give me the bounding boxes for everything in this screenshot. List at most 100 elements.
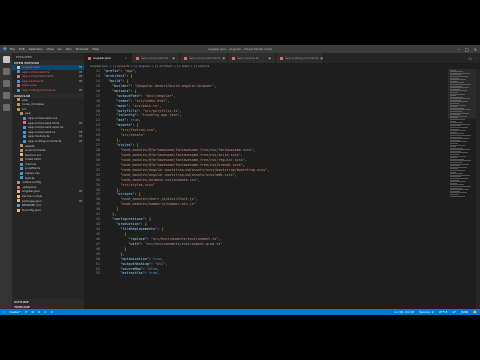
explorer-icon[interactable] — [2, 56, 10, 63]
tab-label: app-routing.module.ts — [285, 56, 319, 60]
line-number: 53 — [95, 271, 100, 276]
file-item[interactable]: app-routing.module.ts M — [12, 88, 84, 93]
run-debug-icon[interactable] — [2, 92, 10, 99]
json-icon — [17, 208, 20, 212]
menu-item[interactable]: Edit — [19, 47, 25, 51]
editor-tab[interactable]: app.component.html ● — [180, 53, 228, 63]
file-type-icon — [184, 56, 187, 60]
editor-tab[interactable]: angular.json × — [84, 53, 132, 63]
file-type-icon — [232, 56, 235, 60]
ts-icon — [23, 139, 26, 143]
menu-item[interactable]: Help — [92, 47, 99, 51]
file-item[interactable]: tsconfig.json — [12, 208, 84, 213]
git-branch[interactable]: master* — [9, 310, 21, 314]
sync-icon[interactable]: ⟳ — [25, 310, 28, 314]
ts-icon — [23, 135, 26, 139]
git-icon — [17, 185, 20, 189]
ts-icon — [17, 88, 20, 92]
md-icon — [17, 204, 20, 208]
close-tab-icon[interactable]: × — [124, 56, 127, 60]
window-controls: – □ ✕ — [458, 47, 477, 52]
minimap-line — [450, 195, 465, 197]
code-line[interactable]: "extractCss": true, — [104, 271, 448, 276]
ts-icon — [23, 125, 26, 129]
folder-icon — [20, 144, 23, 148]
ts-icon — [20, 167, 23, 171]
error-count[interactable]: 0 — [38, 310, 40, 314]
minimize-icon[interactable]: – — [458, 47, 460, 52]
menu-item[interactable]: File — [10, 47, 15, 51]
js-icon — [17, 194, 20, 198]
status-bar: ⑂ master* ⟳ ⊗ 0 ⚠ 0 Ln 48, Col 28 Spaces: … — [0, 309, 480, 315]
ts-icon — [17, 79, 20, 83]
ts-icon — [17, 70, 20, 74]
config-icon — [17, 181, 20, 185]
editor-tab[interactable]: app.module.ts ● — [228, 53, 276, 63]
notifications-icon[interactable]: 🔔 — [473, 310, 477, 314]
activity-bar — [0, 53, 12, 309]
language-mode[interactable]: JSON — [461, 310, 468, 314]
close-tab-icon[interactable]: ● — [268, 56, 271, 60]
menu-item[interactable]: Run — [66, 47, 72, 51]
tab-label: angular.json — [93, 56, 112, 60]
vscode-window: ◆ File Edit Selection View Go Run Terminal Help… — [0, 45, 480, 315]
html-icon — [20, 158, 23, 162]
ts-icon — [20, 176, 23, 180]
editor-actions: ⊟ ⋯ — [324, 53, 480, 63]
tab-label: app.component.html — [189, 56, 221, 60]
css-icon — [20, 171, 23, 175]
indentation[interactable]: Spaces: 2 — [419, 310, 434, 314]
file-type-icon — [88, 56, 91, 60]
ts-icon — [20, 162, 23, 166]
tab-label: app.module.ts — [237, 56, 259, 60]
menu-bar: File Edit Selection View Go Run Terminal Help — [10, 47, 103, 51]
git-status: M — [79, 87, 82, 92]
close-tab-icon[interactable]: ● — [172, 56, 175, 60]
minimap[interactable] — [448, 69, 476, 309]
file-type-icon — [280, 56, 283, 60]
json-icon — [17, 190, 20, 194]
end-of-line[interactable]: LF — [452, 310, 455, 314]
folder-icon — [20, 148, 23, 152]
code-view[interactable]: 12 13 14 15 16 17 18 19 20 21 22 23 24 25 26 27 28 29 30 31… — [84, 69, 480, 309]
extensions-icon[interactable] — [2, 104, 10, 111]
title-bar: ◆ File Edit Selection View Go Run Terminal Help… — [0, 45, 480, 53]
close-icon[interactable]: ✕ — [474, 47, 477, 52]
branch-icon: ⑂ — [3, 310, 5, 314]
warning-count[interactable]: 0 — [51, 310, 53, 314]
file-label: tsconfig.json — [22, 207, 42, 212]
editor-tabs: angular.json × app.component.ts ● app.compon… — [84, 53, 480, 63]
scss-icon — [17, 84, 20, 88]
menu-item[interactable]: Selection — [29, 47, 43, 51]
timeline-header[interactable]: TIMELINE — [12, 304, 84, 309]
close-tab-icon[interactable]: ● — [222, 56, 225, 60]
menu-item[interactable]: Go — [58, 47, 62, 51]
cursor-position[interactable]: Ln 48, Col 28 — [394, 310, 414, 314]
json-icon — [17, 199, 20, 203]
source-control-icon[interactable] — [2, 80, 10, 87]
file-type-icon — [136, 56, 139, 60]
close-tab-icon[interactable]: ● — [320, 56, 323, 60]
editor-area: angular.json × app.component.ts ● app.compon… — [84, 53, 480, 309]
menu-item[interactable]: View — [47, 47, 54, 51]
vertical-scrollbar[interactable] — [476, 69, 480, 309]
angular-icon — [20, 153, 23, 157]
vscode-logo-icon: ◆ — [3, 46, 7, 52]
encoding[interactable]: UTF-8 — [439, 310, 448, 314]
tab-label: app.component.ts — [141, 56, 169, 60]
code-lines[interactable]: "prefix": "app", "architect": { "build": … — [104, 69, 448, 309]
json-icon — [17, 65, 20, 69]
css-icon — [23, 116, 26, 120]
maximize-icon[interactable]: □ — [465, 47, 469, 52]
minimap-slider[interactable] — [448, 69, 476, 119]
ts-icon — [23, 130, 26, 134]
editor-tab[interactable]: app.component.ts ● — [132, 53, 180, 63]
menu-item[interactable]: Terminal — [76, 47, 89, 51]
editor-tab[interactable]: app-routing.module.ts ● — [276, 53, 324, 63]
more-actions-icon[interactable]: ⋯ — [473, 56, 477, 61]
split-editor-icon[interactable]: ⊟ — [468, 56, 471, 61]
search-icon[interactable] — [2, 68, 10, 75]
explorer-title: EXPLORER — [16, 55, 32, 59]
folder-icon — [20, 112, 23, 116]
html-icon — [23, 121, 26, 125]
